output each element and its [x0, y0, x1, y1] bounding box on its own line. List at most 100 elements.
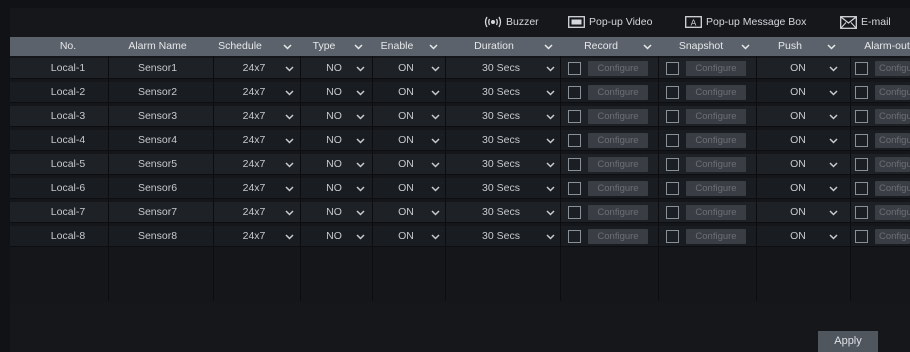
duration-chevron-down-icon[interactable] — [543, 202, 557, 223]
schedule-chevron-down-icon[interactable] — [282, 130, 296, 151]
type-chevron-down-icon[interactable] — [353, 106, 367, 127]
schedule-chevron-down-icon[interactable] — [282, 82, 296, 103]
record-checkbox[interactable] — [568, 230, 581, 243]
duration-select[interactable]: 30 Secs — [470, 154, 532, 175]
snapshot-checkbox[interactable] — [666, 134, 679, 147]
record-checkbox[interactable] — [568, 134, 581, 147]
duration-select[interactable]: 30 Secs — [470, 58, 532, 79]
enable-select[interactable]: ON — [388, 106, 424, 127]
snapshot-configure-button[interactable]: Configure — [686, 229, 746, 244]
alarm-out-configure-button[interactable]: Configure — [875, 229, 910, 244]
alarm-out-checkbox[interactable] — [855, 62, 868, 75]
record-checkbox[interactable] — [568, 182, 581, 195]
enable-chevron-down-icon[interactable] — [428, 202, 442, 223]
type-select[interactable]: NO — [316, 154, 352, 175]
alarm-out-configure-button[interactable]: Configure — [875, 205, 910, 220]
duration-select[interactable]: 30 Secs — [470, 82, 532, 103]
schedule-chevron-down-icon[interactable] — [282, 226, 296, 247]
schedule-select[interactable]: 24x7 — [230, 82, 278, 103]
push-header-chevron-down-icon[interactable] — [824, 37, 838, 56]
duration-select[interactable]: 30 Secs — [470, 130, 532, 151]
alarm-out-checkbox[interactable] — [855, 110, 868, 123]
duration-chevron-down-icon[interactable] — [543, 226, 557, 247]
push-chevron-down-icon[interactable] — [826, 178, 840, 199]
schedule-chevron-down-icon[interactable] — [282, 106, 296, 127]
snapshot-checkbox[interactable] — [666, 110, 679, 123]
push-chevron-down-icon[interactable] — [826, 82, 840, 103]
push-select[interactable]: ON — [780, 58, 816, 79]
enable-chevron-down-icon[interactable] — [428, 82, 442, 103]
schedule-select[interactable]: 24x7 — [230, 202, 278, 223]
record-configure-button[interactable]: Configure — [588, 133, 648, 148]
alarm-out-checkbox[interactable] — [855, 134, 868, 147]
push-chevron-down-icon[interactable] — [826, 154, 840, 175]
type-select[interactable]: NO — [316, 82, 352, 103]
schedule-chevron-down-icon[interactable] — [282, 178, 296, 199]
push-chevron-down-icon[interactable] — [826, 226, 840, 247]
record-header-chevron-down-icon[interactable] — [640, 37, 654, 56]
record-checkbox[interactable] — [568, 86, 581, 99]
duration-select[interactable]: 30 Secs — [470, 202, 532, 223]
duration-chevron-down-icon[interactable] — [543, 154, 557, 175]
duration-select[interactable]: 30 Secs — [470, 178, 532, 199]
enable-select[interactable]: ON — [388, 154, 424, 175]
type-select[interactable]: NO — [316, 178, 352, 199]
alarm-out-configure-button[interactable]: Configure — [875, 61, 910, 76]
record-configure-button[interactable]: Configure — [588, 109, 648, 124]
record-configure-button[interactable]: Configure — [588, 61, 648, 76]
snapshot-checkbox[interactable] — [666, 62, 679, 75]
snapshot-checkbox[interactable] — [666, 182, 679, 195]
duration-select[interactable]: 30 Secs — [470, 226, 532, 247]
schedule-chevron-down-icon[interactable] — [282, 58, 296, 79]
enable-select[interactable]: ON — [388, 226, 424, 247]
snapshot-configure-button[interactable]: Configure — [686, 205, 746, 220]
type-chevron-down-icon[interactable] — [353, 154, 367, 175]
snapshot-checkbox[interactable] — [666, 158, 679, 171]
type-chevron-down-icon[interactable] — [353, 130, 367, 151]
type-select[interactable]: NO — [316, 130, 352, 151]
type-chevron-down-icon[interactable] — [353, 202, 367, 223]
enable-select[interactable]: ON — [388, 58, 424, 79]
popup-video-toggle[interactable]: Pop-up Video — [568, 14, 652, 30]
record-configure-button[interactable]: Configure — [588, 181, 648, 196]
snapshot-checkbox[interactable] — [666, 86, 679, 99]
alarm-out-configure-button[interactable]: Configure — [875, 157, 910, 172]
schedule-select[interactable]: 24x7 — [230, 58, 278, 79]
duration-chevron-down-icon[interactable] — [543, 178, 557, 199]
record-checkbox[interactable] — [568, 62, 581, 75]
type-chevron-down-icon[interactable] — [353, 82, 367, 103]
push-select[interactable]: ON — [780, 130, 816, 151]
duration-chevron-down-icon[interactable] — [543, 130, 557, 151]
snapshot-configure-button[interactable]: Configure — [686, 133, 746, 148]
duration-select[interactable]: 30 Secs — [470, 106, 532, 127]
alarm-out-configure-button[interactable]: Configure — [875, 181, 910, 196]
snapshot-configure-button[interactable]: Configure — [686, 181, 746, 196]
type-select[interactable]: NO — [316, 226, 352, 247]
record-configure-button[interactable]: Configure — [588, 85, 648, 100]
schedule-select[interactable]: 24x7 — [230, 226, 278, 247]
enable-select[interactable]: ON — [388, 202, 424, 223]
buzzer-toggle[interactable]: Buzzer — [484, 14, 539, 30]
schedule-select[interactable]: 24x7 — [230, 154, 278, 175]
type-select[interactable]: NO — [316, 202, 352, 223]
alarm-out-checkbox[interactable] — [855, 182, 868, 195]
popup-message-toggle[interactable]: A Pop-up Message Box — [685, 14, 806, 30]
enable-chevron-down-icon[interactable] — [428, 106, 442, 127]
record-checkbox[interactable] — [568, 206, 581, 219]
duration-chevron-down-icon[interactable] — [543, 106, 557, 127]
duration-header-chevron-down-icon[interactable] — [541, 37, 555, 56]
alarm-out-checkbox[interactable] — [855, 86, 868, 99]
record-checkbox[interactable] — [568, 158, 581, 171]
enable-select[interactable]: ON — [388, 130, 424, 151]
record-configure-button[interactable]: Configure — [588, 157, 648, 172]
alarm-out-configure-button[interactable]: Configure — [875, 85, 910, 100]
snapshot-checkbox[interactable] — [666, 206, 679, 219]
schedule-select[interactable]: 24x7 — [230, 130, 278, 151]
enable-chevron-down-icon[interactable] — [428, 154, 442, 175]
duration-chevron-down-icon[interactable] — [543, 58, 557, 79]
record-configure-button[interactable]: Configure — [588, 229, 648, 244]
schedule-chevron-down-icon[interactable] — [282, 202, 296, 223]
type-header-chevron-down-icon[interactable] — [351, 37, 365, 56]
push-chevron-down-icon[interactable] — [826, 106, 840, 127]
type-select[interactable]: NO — [316, 58, 352, 79]
